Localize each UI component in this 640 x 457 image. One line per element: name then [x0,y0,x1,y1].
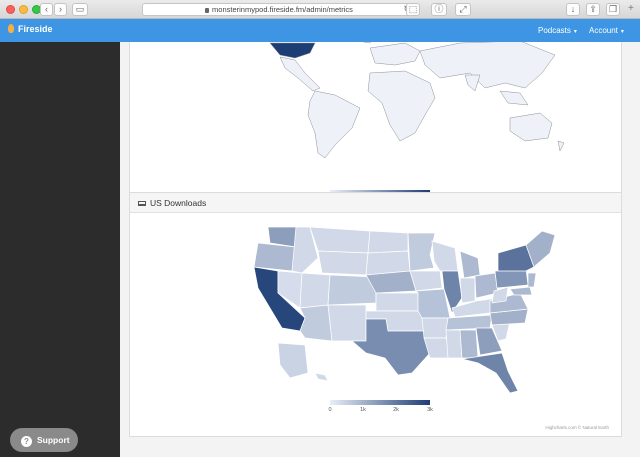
forward-icon[interactable]: › [54,3,67,16]
state-wy [317,250,369,276]
us-map [253,226,556,394]
state-al [459,329,479,359]
nav-account-label: Account [589,26,618,35]
state-nd [367,230,409,254]
info-icon[interactable]: ⓘ [431,3,447,16]
download-icon[interactable]: ↓ [566,3,580,16]
back-icon[interactable]: ‹ [40,3,53,16]
state-wa [267,226,299,248]
state-mo [415,288,451,319]
extension-icon[interactable]: ⬚ [406,3,420,16]
state-md [509,286,533,296]
state-ar [421,317,449,339]
state-or [253,242,297,272]
tabs-icon[interactable]: ❐ [606,3,620,16]
state-ia [409,270,443,292]
state-az [299,304,333,342]
state-in [459,277,476,304]
question-icon: ? [21,436,32,447]
main-content: 0 10k 20k 30k Highcharts.com © Natural E… [120,42,640,457]
new-tab-icon[interactable]: + [628,3,634,14]
flame-icon [8,24,14,33]
card-title: US Downloads [150,198,207,208]
state-mt [309,226,371,254]
state-mi [459,250,481,279]
state-nj [527,272,537,288]
state-fl [461,352,519,394]
state-ak [277,342,309,379]
sidebar-toggle-icon[interactable]: ▭ [72,3,88,16]
address-text: monsterinmypod.fireside.fm/admin/metrics [212,5,353,14]
support-button[interactable]: ? Support [10,428,78,452]
laptop-icon [138,201,146,206]
legend-tick: 1k [360,407,366,413]
chevron-down-icon: ▾ [573,29,577,35]
address-bar[interactable]: monsterinmypod.fireside.fm/admin/metrics… [142,3,416,16]
state-ut [299,272,331,309]
state-pa [494,268,529,289]
lock-icon [205,8,210,13]
chevron-down-icon: ▾ [620,29,624,35]
share-icon[interactable]: ⇪ [586,3,600,16]
nav-podcasts[interactable]: Podcasts ▾ [538,26,577,35]
world-map [269,42,565,159]
nav-podcasts-label: Podcasts [538,26,571,35]
brand-logo[interactable]: Fireside [8,24,53,34]
support-label: Support [37,435,70,445]
brand-name: Fireside [18,24,53,34]
legend-tick: 3k [427,407,433,413]
map-credit[interactable]: Highcharts.com © Natural Earth [545,425,609,430]
legend-tick: 2k [393,407,399,413]
state-nm [327,304,367,342]
state-wi [431,240,459,272]
nav-account[interactable]: Account ▾ [589,26,624,35]
app-header: Fireside Podcasts ▾ Account ▾ [0,19,640,42]
state-ks [375,292,419,312]
state-mn [407,232,436,272]
reader-icon[interactable]: ⤢ [455,3,471,16]
legend-tick: 0 [328,407,332,413]
close-window-button[interactable] [6,5,15,14]
browser-toolbar: ‹ › ▭ monsterinmypod.fireside.fm/admin/m… [0,0,640,19]
state-hi [314,372,329,382]
us-downloads-card: US Downloads 0 1k 2k 3k Highcharts.com ©… [129,192,622,437]
sidebar [0,42,120,457]
us-color-legend: 0 1k 2k 3k [328,400,433,417]
minimize-window-button[interactable] [19,5,28,14]
state-ms [445,329,463,359]
card-header: US Downloads [130,193,621,213]
